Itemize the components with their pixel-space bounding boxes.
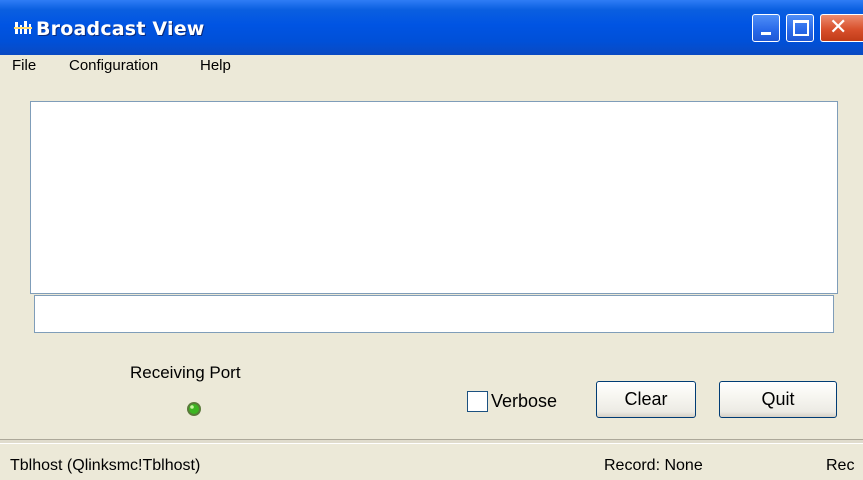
menu-bar: File Configuration Help — [0, 55, 863, 85]
menu-configuration[interactable]: Configuration — [69, 57, 158, 74]
verbose-checkbox-box[interactable] — [467, 391, 488, 412]
menu-file[interactable]: File — [12, 57, 36, 74]
menu-help[interactable]: Help — [200, 57, 231, 74]
close-icon: ✕ — [829, 15, 848, 40]
window-title: Broadcast View — [36, 18, 205, 40]
broadcast-view-window: Broadcast View ✕ File Configuration Help… — [0, 0, 863, 480]
clear-button[interactable]: Clear — [596, 381, 696, 418]
receiving-port-label: Receiving Port — [130, 363, 241, 382]
receiving-port-status-icon — [187, 402, 201, 416]
minimize-icon — [761, 32, 771, 35]
message-input[interactable] — [34, 295, 834, 333]
maximize-icon — [793, 20, 809, 36]
quit-button[interactable]: Quit — [719, 381, 837, 418]
status-rec: Rec — [826, 457, 855, 474]
verbose-label[interactable]: Verbose — [491, 391, 557, 412]
status-record: Record: None — [604, 457, 703, 474]
status-bar: Tblhost (Qlinksmc!Tblhost) Record: None … — [0, 443, 863, 480]
minimize-button[interactable] — [752, 14, 780, 42]
broadcast-output-area[interactable] — [30, 101, 838, 294]
close-button[interactable]: ✕ — [820, 14, 863, 42]
maximize-button[interactable] — [786, 14, 814, 42]
title-bar[interactable]: Broadcast View ✕ — [0, 0, 863, 55]
status-host: Tblhost (Qlinksmc!Tblhost) — [10, 457, 201, 474]
app-icon — [14, 21, 32, 34]
